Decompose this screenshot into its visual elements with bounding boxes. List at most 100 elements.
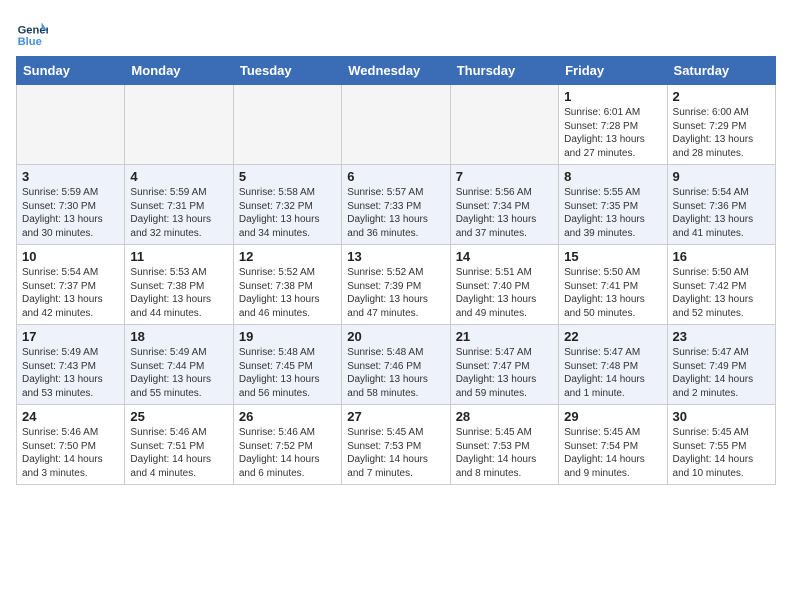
day-info: Sunrise: 6:00 AM Sunset: 7:29 PM Dayligh… bbox=[673, 106, 770, 160]
day-number: 6 bbox=[347, 169, 444, 184]
calendar-cell: 18 Sunrise: 5:49 AM Sunset: 7:44 PM Dayli… bbox=[125, 325, 233, 405]
calendar-week-5: 24Sunrise: 5:46 AM Sunset: 7:50 PM Dayli… bbox=[17, 405, 776, 485]
logo: General Blue bbox=[16, 16, 52, 48]
day-info: Sunrise: 5:56 AM Sunset: 7:34 PM Dayligh… bbox=[456, 186, 553, 240]
calendar-header-row: SundayMondayTuesdayWednesdayThursdayFrid… bbox=[17, 57, 776, 85]
day-info: Sunrise: 5:46 AM Sunset: 7:51 PM Dayligh… bbox=[130, 426, 227, 480]
day-number: 14 bbox=[456, 249, 553, 264]
day-number: 2 bbox=[673, 89, 770, 104]
calendar-week-3: 10Sunrise: 5:54 AM Sunset: 7:37 PM Dayli… bbox=[17, 245, 776, 325]
day-info: Sunrise: 5:52 AM Sunset: 7:38 PM Dayligh… bbox=[239, 266, 336, 320]
day-info: Sunrise: 5:45 AM Sunset: 7:55 PM Dayligh… bbox=[673, 426, 770, 480]
day-info: Sunrise: 5:48 AM Sunset: 7:45 PM Dayligh… bbox=[239, 346, 336, 400]
day-number: 3 bbox=[22, 169, 119, 184]
day-number: 19 bbox=[239, 329, 336, 344]
calendar-cell: 15 Sunrise: 5:50 AM Sunset: 7:41 PM Dayli… bbox=[559, 245, 667, 325]
calendar-cell: 7 Sunrise: 5:56 AM Sunset: 7:34 PM Daylig… bbox=[450, 165, 558, 245]
day-info: Sunrise: 6:01 AM Sunset: 7:28 PM Dayligh… bbox=[564, 106, 661, 160]
calendar-cell bbox=[450, 85, 558, 165]
calendar-cell: 20Sunrise: 5:48 AM Sunset: 7:46 PM Dayli… bbox=[342, 325, 450, 405]
day-header-monday: Monday bbox=[125, 57, 233, 85]
day-number: 1 bbox=[564, 89, 661, 104]
calendar-cell: 29 Sunrise: 5:45 AM Sunset: 7:54 PM Dayli… bbox=[559, 405, 667, 485]
calendar-cell: 4 Sunrise: 5:59 AM Sunset: 7:31 PM Daylig… bbox=[125, 165, 233, 245]
calendar-cell: 3 Sunrise: 5:59 AM Sunset: 7:30 PM Daylig… bbox=[17, 165, 125, 245]
day-number: 12 bbox=[239, 249, 336, 264]
day-number: 15 bbox=[564, 249, 661, 264]
day-info: Sunrise: 5:59 AM Sunset: 7:30 PM Dayligh… bbox=[22, 186, 119, 240]
day-number: 13 bbox=[347, 249, 444, 264]
calendar-cell: 12 Sunrise: 5:52 AM Sunset: 7:38 PM Dayli… bbox=[233, 245, 341, 325]
day-number: 30 bbox=[673, 409, 770, 424]
day-number: 21 bbox=[456, 329, 553, 344]
calendar-cell: 25Sunrise: 5:46 AM Sunset: 7:51 PM Dayli… bbox=[125, 405, 233, 485]
calendar-cell: 10Sunrise: 5:54 AM Sunset: 7:37 PM Dayli… bbox=[17, 245, 125, 325]
calendar-cell: 27 Sunrise: 5:45 AM Sunset: 7:53 PM Dayli… bbox=[342, 405, 450, 485]
day-info: Sunrise: 5:45 AM Sunset: 7:54 PM Dayligh… bbox=[564, 426, 661, 480]
day-info: Sunrise: 5:58 AM Sunset: 7:32 PM Dayligh… bbox=[239, 186, 336, 240]
calendar-cell: 19 Sunrise: 5:48 AM Sunset: 7:45 PM Dayli… bbox=[233, 325, 341, 405]
day-number: 18 bbox=[130, 329, 227, 344]
day-info: Sunrise: 5:54 AM Sunset: 7:36 PM Dayligh… bbox=[673, 186, 770, 240]
day-number: 29 bbox=[564, 409, 661, 424]
calendar-cell: 26Sunrise: 5:46 AM Sunset: 7:52 PM Dayli… bbox=[233, 405, 341, 485]
svg-text:Blue: Blue bbox=[18, 36, 42, 48]
day-number: 7 bbox=[456, 169, 553, 184]
calendar-cell bbox=[17, 85, 125, 165]
day-info: Sunrise: 5:53 AM Sunset: 7:38 PM Dayligh… bbox=[130, 266, 227, 320]
day-info: Sunrise: 5:57 AM Sunset: 7:33 PM Dayligh… bbox=[347, 186, 444, 240]
calendar-cell: 16 Sunrise: 5:50 AM Sunset: 7:42 PM Dayli… bbox=[667, 245, 775, 325]
calendar-cell bbox=[342, 85, 450, 165]
calendar-cell: 14 Sunrise: 5:51 AM Sunset: 7:40 PM Dayli… bbox=[450, 245, 558, 325]
day-info: Sunrise: 5:49 AM Sunset: 7:44 PM Dayligh… bbox=[130, 346, 227, 400]
calendar-cell: 30 Sunrise: 5:45 AM Sunset: 7:55 PM Dayli… bbox=[667, 405, 775, 485]
day-number: 23 bbox=[673, 329, 770, 344]
calendar-cell: 6 Sunrise: 5:57 AM Sunset: 7:33 PM Daylig… bbox=[342, 165, 450, 245]
day-number: 11 bbox=[130, 249, 227, 264]
calendar-body: 1 Sunrise: 6:01 AM Sunset: 7:28 PM Daylig… bbox=[17, 85, 776, 485]
header: General Blue bbox=[16, 16, 776, 48]
calendar-cell: 1 Sunrise: 6:01 AM Sunset: 7:28 PM Daylig… bbox=[559, 85, 667, 165]
calendar-cell: 22Sunrise: 5:47 AM Sunset: 7:48 PM Dayli… bbox=[559, 325, 667, 405]
day-number: 17 bbox=[22, 329, 119, 344]
calendar-cell: 11 Sunrise: 5:53 AM Sunset: 7:38 PM Dayli… bbox=[125, 245, 233, 325]
calendar-table: SundayMondayTuesdayWednesdayThursdayFrid… bbox=[16, 56, 776, 485]
day-number: 8 bbox=[564, 169, 661, 184]
calendar-cell: 17 Sunrise: 5:49 AM Sunset: 7:43 PM Dayli… bbox=[17, 325, 125, 405]
day-info: Sunrise: 5:49 AM Sunset: 7:43 PM Dayligh… bbox=[22, 346, 119, 400]
logo-icon: General Blue bbox=[16, 16, 48, 48]
day-info: Sunrise: 5:50 AM Sunset: 7:42 PM Dayligh… bbox=[673, 266, 770, 320]
day-info: Sunrise: 5:45 AM Sunset: 7:53 PM Dayligh… bbox=[347, 426, 444, 480]
calendar-cell: 28Sunrise: 5:45 AM Sunset: 7:53 PM Dayli… bbox=[450, 405, 558, 485]
day-info: Sunrise: 5:55 AM Sunset: 7:35 PM Dayligh… bbox=[564, 186, 661, 240]
day-info: Sunrise: 5:46 AM Sunset: 7:50 PM Dayligh… bbox=[22, 426, 119, 480]
calendar-week-2: 3 Sunrise: 5:59 AM Sunset: 7:30 PM Daylig… bbox=[17, 165, 776, 245]
day-header-saturday: Saturday bbox=[667, 57, 775, 85]
calendar-cell: 5 Sunrise: 5:58 AM Sunset: 7:32 PM Daylig… bbox=[233, 165, 341, 245]
day-header-thursday: Thursday bbox=[450, 57, 558, 85]
calendar-cell bbox=[125, 85, 233, 165]
calendar-week-4: 17 Sunrise: 5:49 AM Sunset: 7:43 PM Dayli… bbox=[17, 325, 776, 405]
calendar-cell: 2 Sunrise: 6:00 AM Sunset: 7:29 PM Daylig… bbox=[667, 85, 775, 165]
day-number: 9 bbox=[673, 169, 770, 184]
calendar-week-1: 1 Sunrise: 6:01 AM Sunset: 7:28 PM Daylig… bbox=[17, 85, 776, 165]
day-info: Sunrise: 5:47 AM Sunset: 7:47 PM Dayligh… bbox=[456, 346, 553, 400]
day-info: Sunrise: 5:51 AM Sunset: 7:40 PM Dayligh… bbox=[456, 266, 553, 320]
calendar-cell: 8 Sunrise: 5:55 AM Sunset: 7:35 PM Daylig… bbox=[559, 165, 667, 245]
day-number: 5 bbox=[239, 169, 336, 184]
calendar-cell: 24Sunrise: 5:46 AM Sunset: 7:50 PM Dayli… bbox=[17, 405, 125, 485]
day-number: 27 bbox=[347, 409, 444, 424]
day-header-wednesday: Wednesday bbox=[342, 57, 450, 85]
calendar-cell: 13 Sunrise: 5:52 AM Sunset: 7:39 PM Dayli… bbox=[342, 245, 450, 325]
day-info: Sunrise: 5:50 AM Sunset: 7:41 PM Dayligh… bbox=[564, 266, 661, 320]
day-number: 16 bbox=[673, 249, 770, 264]
day-info: Sunrise: 5:48 AM Sunset: 7:46 PM Dayligh… bbox=[347, 346, 444, 400]
day-header-tuesday: Tuesday bbox=[233, 57, 341, 85]
calendar-cell: 23Sunrise: 5:47 AM Sunset: 7:49 PM Dayli… bbox=[667, 325, 775, 405]
day-info: Sunrise: 5:59 AM Sunset: 7:31 PM Dayligh… bbox=[130, 186, 227, 240]
day-number: 4 bbox=[130, 169, 227, 184]
calendar-cell: 9 Sunrise: 5:54 AM Sunset: 7:36 PM Daylig… bbox=[667, 165, 775, 245]
day-header-friday: Friday bbox=[559, 57, 667, 85]
day-info: Sunrise: 5:45 AM Sunset: 7:53 PM Dayligh… bbox=[456, 426, 553, 480]
day-info: Sunrise: 5:52 AM Sunset: 7:39 PM Dayligh… bbox=[347, 266, 444, 320]
